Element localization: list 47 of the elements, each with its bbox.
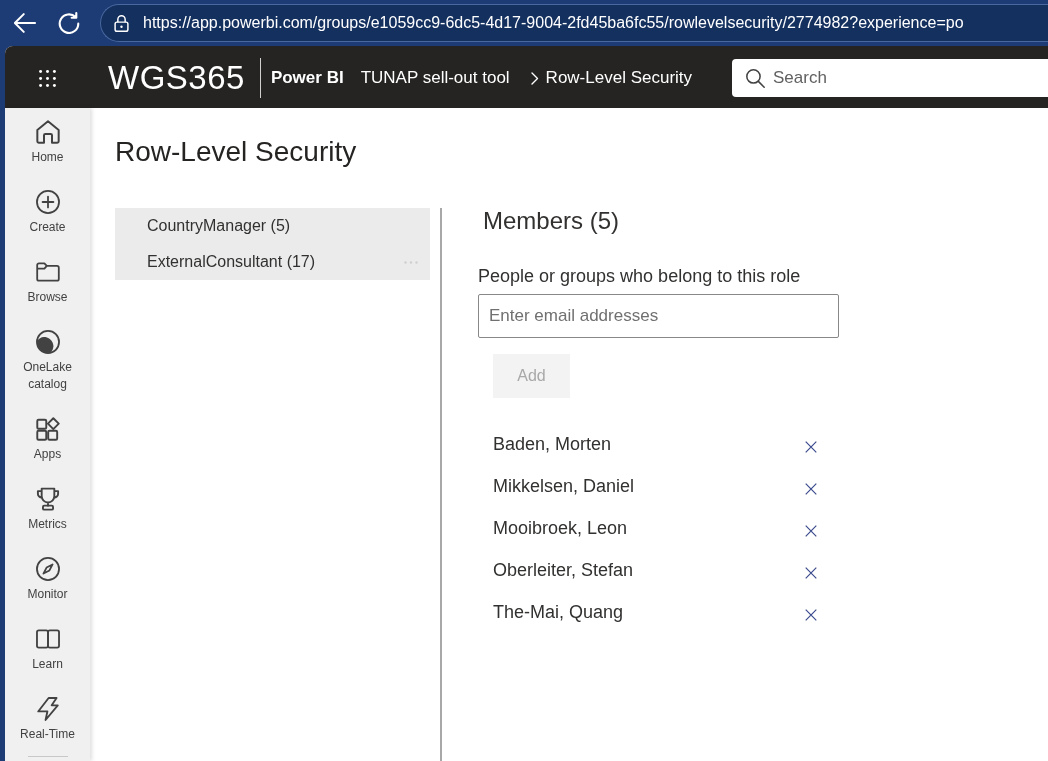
section-title: Members (5) xyxy=(482,208,620,234)
trophy-icon xyxy=(35,487,60,511)
grid-icon xyxy=(35,417,60,441)
folder-icon xyxy=(35,260,60,284)
role-item[interactable]: CountryManager (5) xyxy=(147,217,418,235)
close-icon[interactable] xyxy=(805,483,817,495)
member-name: Baden, Morten xyxy=(493,433,612,455)
role-item[interactable]: ExternalConsultant (17) xyxy=(147,253,404,271)
book-icon xyxy=(35,627,60,651)
lightning-icon xyxy=(35,697,60,721)
close-icon[interactable] xyxy=(805,567,817,579)
nav-item[interactable]: Metrics xyxy=(5,475,90,545)
address-bar[interactable]: https://app.powerbi.com/groups/e1059cc9-6dc5-4d17-9004-2fd45ba6fc55/rowlevelsecurity/2774982?experience=po xyxy=(100,4,1048,42)
nav-item[interactable]: Home xyxy=(5,108,90,178)
nav-item[interactable]: OneLake catalog xyxy=(5,318,90,405)
lock-icon[interactable] xyxy=(113,14,130,32)
nav-item[interactable]: Apps xyxy=(5,405,90,475)
url-text: https://app.powerbi.com/groups/e1059cc9-6dc5-4d17-9004-2fd45ba6fc55/rowlevelsecurity/2774982?experience=po xyxy=(143,14,964,32)
page-title: Row-Level Security xyxy=(115,135,357,169)
close-icon[interactable] xyxy=(805,525,817,537)
nav-item[interactable]: Learn xyxy=(5,615,90,685)
member-name: Oberleiter, Stefan xyxy=(493,559,634,581)
sphere-icon xyxy=(35,330,60,354)
compass-icon xyxy=(35,557,60,581)
breadcrumb-link[interactable]: Row-Level Security xyxy=(545,68,693,88)
close-icon[interactable] xyxy=(805,441,817,453)
nav-item[interactable]: Real-Time xyxy=(5,685,90,755)
member-name: Mooibroek, Leon xyxy=(493,517,628,539)
nav-item[interactable]: Create xyxy=(5,178,90,248)
member-name: The-Mai, Quang xyxy=(493,601,624,623)
product-name[interactable]: Power BI xyxy=(270,68,344,88)
chevron-right-icon xyxy=(530,71,539,85)
plus-circle-icon xyxy=(35,190,60,214)
search-field[interactable]: Search xyxy=(732,59,1048,97)
email-input-field[interactable]: Enter email addresses xyxy=(478,294,839,338)
search-icon xyxy=(746,68,765,88)
logo-text[interactable]: WGS365 xyxy=(108,58,245,98)
breadcrumb-link[interactable]: TUNAP sell-out tool xyxy=(360,68,510,88)
field-label: People or groups who belong to this role xyxy=(478,265,801,287)
back-arrow-icon[interactable] xyxy=(14,12,36,34)
house-icon xyxy=(35,120,60,144)
dot-grid-icon[interactable] xyxy=(39,69,56,87)
nav-item[interactable]: Monitor xyxy=(5,545,90,615)
nav-item[interactable]: Browse xyxy=(5,248,90,318)
close-icon[interactable] xyxy=(805,609,817,621)
member-name: Mikkelsen, Daniel xyxy=(493,475,635,497)
reload-icon[interactable] xyxy=(58,12,80,34)
